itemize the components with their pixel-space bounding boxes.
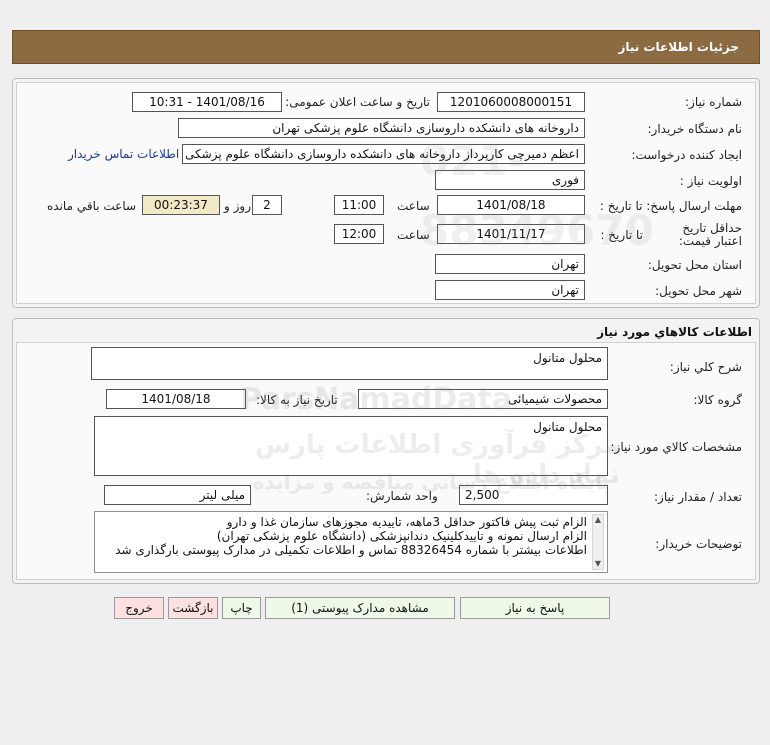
group-field: محصولات شیمیائی [358, 389, 608, 409]
goods-section-title: اطلاعات کالاهاي مورد نياز [597, 325, 752, 339]
summary-field: محلول متانول [91, 347, 608, 380]
announce-field: 1401/08/16 - 10:31 [132, 92, 282, 112]
creator-field: اعظم دمیرچی کارپرداز داروخانه های دانشکد… [182, 144, 585, 164]
exit-button[interactable]: خروج [114, 597, 164, 619]
creator-label: ایجاد کننده درخواست: [631, 148, 742, 162]
remaining-time-field: 00:23:37 [142, 195, 220, 215]
need-date-field: 1401/08/18 [106, 389, 246, 409]
notes-field[interactable]: الزام ثبت پیش فاکتور حداقل 3ماهه، تاییدی… [94, 511, 608, 573]
group-label: گروه کالا: [693, 393, 743, 407]
notes-label: توضیحات خریدار: [655, 537, 742, 551]
announce-label: تاریخ و ساعت اعلان عمومی: [285, 95, 430, 109]
page-title: جزئیات اطلاعات نیاز [618, 40, 739, 54]
need-number-label: شماره نیاز: [685, 95, 742, 109]
validity-time-label: ساعت [397, 228, 430, 242]
scroll-up-icon[interactable]: ▲ [593, 515, 603, 525]
validity-time-field: 12:00 [334, 224, 384, 244]
deadline-date-field: 1401/08/18 [437, 195, 585, 215]
need-details-inner [16, 82, 756, 304]
validity-date-field: 1401/11/17 [437, 224, 585, 244]
remaining-label: ساعت باقي مانده [47, 199, 137, 213]
deadline-time-field: 11:00 [334, 195, 384, 215]
deadline-time-label: ساعت [397, 199, 430, 213]
notes-line: اطلاعات بیشتر با شماره 88326454 تماس و ا… [115, 543, 587, 557]
notes-line: الزام ثبت پیش فاکتور حداقل 3ماهه، تاییدی… [226, 515, 587, 529]
province-label: استان محل تحویل: [647, 258, 742, 272]
deadline-label: مهلت ارسال پاسخ: تا تاریخ : [599, 199, 742, 213]
need-date-label: تاریخ نیاز به کالا: [256, 393, 338, 407]
summary-label: شرح کلي نياز: [669, 360, 742, 374]
notes-line: الزام ارسال نمونه و تاییدکلینیک دندانپزش… [216, 529, 587, 543]
province-field: تهران [435, 254, 585, 274]
unit-label: واحد شمارش: [366, 489, 438, 503]
attachments-button[interactable]: مشاهده مدارک پیوستی (1) [265, 597, 455, 619]
validity-label: حداقل تاریخ اعتبار قیمت: [678, 221, 742, 248]
unit-field: میلی لیتر [104, 485, 251, 505]
city-field: تهران [435, 280, 585, 300]
qty-field: 2,500 [459, 485, 608, 505]
buyer-org-field: داروخانه های دانشکده داروسازی دانشگاه عل… [178, 118, 585, 138]
qty-label: تعداد / مقدار نیاز: [654, 490, 742, 504]
specs-field: محلول متانول [94, 416, 608, 476]
buyer-org-label: نام دستگاه خریدار: [647, 122, 743, 136]
city-label: شهر محل تحویل: [655, 284, 742, 298]
buyer-contact-link[interactable]: اطلاعات تماس خریدار [68, 147, 179, 161]
priority-label: اولویت نیاز : [679, 174, 742, 188]
validity-to-label: تا تاریخ : [600, 228, 643, 242]
reply-button[interactable]: پاسخ به نیاز [460, 597, 610, 619]
specs-label: مشخصات کالاي مورد نياز: [610, 440, 742, 454]
priority-field: فوری [435, 170, 585, 190]
page-header: جزئیات اطلاعات نیاز [12, 30, 760, 64]
print-button[interactable]: چاپ [222, 597, 261, 619]
notes-scrollbar[interactable]: ▲ ▼ [592, 514, 604, 570]
days-label: روز و [224, 199, 251, 213]
back-button[interactable]: بازگشت [168, 597, 218, 619]
days-field: 2 [252, 195, 282, 215]
need-number-field: 1201060008000151 [437, 92, 585, 112]
scroll-down-icon[interactable]: ▼ [593, 559, 603, 569]
